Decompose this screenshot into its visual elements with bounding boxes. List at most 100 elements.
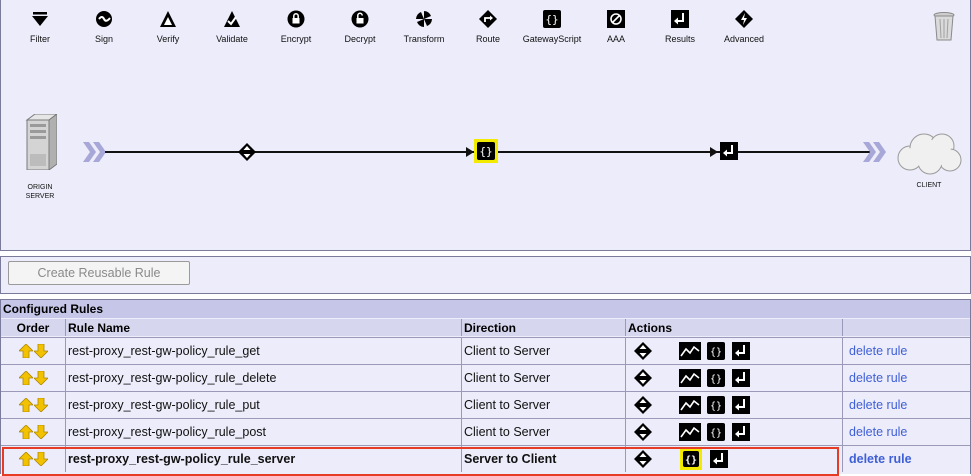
rule-editor-panel: Filter Sign Verify Validate Encrypt Decr… bbox=[0, 0, 971, 251]
encrypt-icon bbox=[287, 10, 305, 28]
match-action-icon[interactable] bbox=[634, 369, 652, 387]
create-rule-area: Create Reusable Rule bbox=[0, 256, 971, 294]
rule-row[interactable]: rest-proxy_rest-gw-policy_rule_put Client… bbox=[1, 391, 970, 418]
advanced-tool[interactable]: Advanced bbox=[706, 10, 782, 44]
input-chevron-icon bbox=[83, 142, 106, 162]
move-down-icon[interactable] bbox=[34, 371, 48, 385]
aaa-icon bbox=[607, 10, 625, 28]
direction-header: Direction bbox=[461, 319, 625, 336]
move-up-icon[interactable] bbox=[19, 371, 33, 385]
origin-server-icon bbox=[25, 114, 57, 170]
trash-icon[interactable] bbox=[933, 12, 955, 42]
transform-action-icon[interactable] bbox=[679, 369, 701, 387]
match-action-icon[interactable] bbox=[634, 342, 652, 360]
results-action-icon[interactable] bbox=[732, 396, 750, 414]
verify-icon bbox=[160, 11, 176, 27]
rule-name[interactable]: rest-proxy_rest-gw-policy_rule_get bbox=[65, 338, 461, 364]
rule-actions: {} bbox=[625, 392, 842, 418]
client-cloud-icon bbox=[897, 133, 962, 175]
gatewayscript-icon: {} bbox=[543, 10, 561, 28]
results-action-icon[interactable] bbox=[732, 369, 750, 387]
gatewayscript-action-icon[interactable]: {} bbox=[707, 396, 725, 414]
rule-name[interactable]: rest-proxy_rest-gw-policy_rule_server bbox=[65, 446, 461, 472]
match-action-icon[interactable] bbox=[634, 450, 652, 468]
results-action-icon[interactable] bbox=[732, 423, 750, 441]
origin-server-label: ORIGIN SERVER bbox=[13, 183, 67, 201]
move-down-icon[interactable] bbox=[34, 425, 48, 439]
match-action-icon[interactable] bbox=[634, 423, 652, 441]
rule-direction: Server to Client bbox=[461, 446, 625, 472]
delete-rule-link[interactable]: delete rule bbox=[849, 398, 907, 412]
svg-text:{}: {} bbox=[710, 428, 722, 439]
delete-rule-link[interactable]: delete rule bbox=[849, 344, 907, 358]
delete-cell: delete rule bbox=[842, 338, 970, 364]
route-icon bbox=[479, 10, 497, 28]
sign-icon bbox=[96, 11, 112, 27]
move-up-icon[interactable] bbox=[19, 425, 33, 439]
output-chevron-icon bbox=[863, 142, 886, 162]
origin-label-line1: ORIGIN bbox=[27, 184, 53, 191]
delete-rule-link[interactable]: delete rule bbox=[849, 452, 912, 466]
rule-name[interactable]: rest-proxy_rest-gw-policy_rule_delete bbox=[65, 365, 461, 391]
actions-header: Actions bbox=[625, 319, 842, 336]
svg-text:{}: {} bbox=[710, 401, 722, 412]
results-action-icon[interactable] bbox=[732, 342, 750, 360]
results-node-icon[interactable] bbox=[720, 142, 738, 160]
svg-text:{}: {} bbox=[545, 13, 558, 26]
create-reusable-rule-button[interactable]: Create Reusable Rule bbox=[8, 261, 190, 285]
configured-rules-panel: Configured Rules Order Rule Name Directi… bbox=[0, 299, 971, 476]
rule-actions: {} bbox=[625, 446, 842, 472]
rule-row[interactable]: rest-proxy_rest-gw-policy_rule_post Clien… bbox=[1, 418, 970, 445]
rule-direction: Client to Server bbox=[461, 365, 625, 391]
origin-label-line2: SERVER bbox=[25, 193, 55, 200]
match-action-icon[interactable] bbox=[634, 396, 652, 414]
validate-icon bbox=[224, 11, 240, 27]
gatewayscript-action-icon[interactable]: {} bbox=[707, 423, 725, 441]
order-header: Order bbox=[1, 319, 65, 336]
delete-rule-link[interactable]: delete rule bbox=[849, 425, 907, 439]
line-arrow-2 bbox=[710, 147, 718, 157]
match-icon[interactable] bbox=[238, 143, 256, 161]
delete-cell: delete rule bbox=[842, 365, 970, 391]
move-up-icon[interactable] bbox=[19, 398, 33, 412]
advanced-label: Advanced bbox=[723, 34, 765, 44]
transform-icon bbox=[416, 11, 432, 27]
advanced-icon bbox=[735, 10, 753, 28]
move-down-icon[interactable] bbox=[34, 344, 48, 358]
rule-name[interactable]: rest-proxy_rest-gw-policy_rule_post bbox=[65, 419, 461, 445]
rule-row[interactable]: rest-proxy_rest-gw-policy_rule_get Client… bbox=[1, 337, 970, 364]
delete-rule-link[interactable]: delete rule bbox=[849, 371, 907, 385]
action-toolbar: Filter Sign Verify Validate Encrypt Decr… bbox=[1, 0, 971, 50]
move-down-icon[interactable] bbox=[34, 398, 48, 412]
transform-action-icon[interactable] bbox=[679, 342, 701, 360]
rule-row[interactable]: rest-proxy_rest-gw-policy_rule_server Ser… bbox=[1, 445, 970, 472]
processing-diagram: ORIGIN SERVER {} CLIENT bbox=[1, 50, 971, 250]
rule-name[interactable]: rest-proxy_rest-gw-policy_rule_put bbox=[65, 392, 461, 418]
transform-action-icon[interactable] bbox=[679, 423, 701, 441]
move-up-icon[interactable] bbox=[19, 344, 33, 358]
line-arrow bbox=[466, 147, 474, 157]
order-cell bbox=[1, 392, 65, 418]
rule-name-header: Rule Name bbox=[65, 319, 461, 336]
decrypt-icon bbox=[351, 10, 369, 28]
results-action-icon[interactable] bbox=[710, 450, 728, 468]
rule-direction: Client to Server bbox=[461, 338, 625, 364]
gatewayscript-node-icon[interactable]: {} bbox=[474, 139, 498, 163]
rule-direction: Client to Server bbox=[461, 419, 625, 445]
delete-cell: delete rule bbox=[842, 419, 970, 445]
move-down-icon[interactable] bbox=[34, 452, 48, 466]
filter-icon bbox=[32, 12, 48, 26]
order-cell bbox=[1, 446, 65, 472]
gatewayscript-action-icon[interactable]: {} bbox=[707, 342, 725, 360]
delete-cell: delete rule bbox=[842, 446, 970, 472]
svg-text:{}: {} bbox=[479, 145, 492, 158]
transform-action-icon[interactable] bbox=[679, 396, 701, 414]
rule-actions: {} bbox=[625, 365, 842, 391]
gatewayscript-action-icon[interactable]: {} bbox=[680, 448, 702, 470]
results-icon bbox=[671, 10, 689, 28]
move-up-icon[interactable] bbox=[19, 452, 33, 466]
configured-rules-title: Configured Rules bbox=[1, 300, 970, 318]
rule-row[interactable]: rest-proxy_rest-gw-policy_rule_delete Cli… bbox=[1, 364, 970, 391]
gatewayscript-action-icon[interactable]: {} bbox=[707, 369, 725, 387]
client-label: CLIENT bbox=[916, 182, 942, 189]
